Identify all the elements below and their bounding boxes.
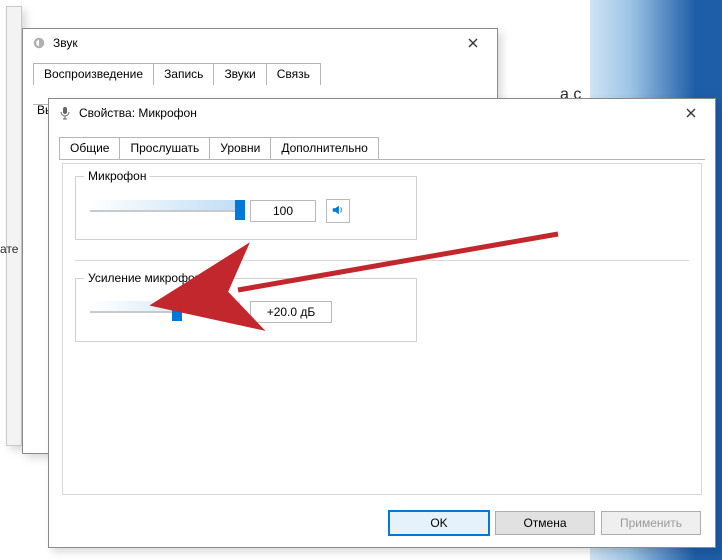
tab-recording[interactable]: Запись [153,63,214,85]
sound-title: Звук [53,36,78,50]
apply-button[interactable]: Применить [601,511,701,535]
tab-general[interactable]: Общие [59,137,120,159]
mic-level-value[interactable]: 100 [250,200,316,222]
outer-label-fragment: ате [0,242,18,256]
mic-boost-slider[interactable] [90,301,240,323]
cancel-button[interactable]: Отмена [495,511,595,535]
mic-title: Свойства: Микрофон [79,106,197,120]
tab-sounds[interactable]: Звуки [213,63,266,85]
dialog-buttons: OK Отмена Применить [389,511,701,535]
mic-level-group: Микрофон 100 [75,176,417,240]
mic-boost-group: Усиление микрофона +20.0 дБ [75,278,417,342]
levels-panel: Микрофон 100 Усиление микрофона [62,163,702,495]
sound-tabs: Воспроизведение Запись Звуки Связь [33,63,497,85]
close-icon[interactable] [675,102,707,124]
tab-communications[interactable]: Связь [266,63,321,85]
outer-window-sliver [6,6,22,446]
mic-properties-window: Свойства: Микрофон Общие Прослушать Уров… [48,98,716,548]
sound-icon [31,35,47,51]
mute-button[interactable] [326,199,350,223]
microphone-icon [57,105,73,121]
tab-advanced[interactable]: Дополнительно [270,137,378,159]
close-icon[interactable] [457,32,489,54]
mic-level-label: Микрофон [84,169,150,183]
tab-listen[interactable]: Прослушать [119,137,210,159]
mic-tabs: Общие Прослушать Уровни Дополнительно [59,137,715,159]
mic-boost-label: Усиление микрофона [84,271,212,285]
tab-levels[interactable]: Уровни [209,137,271,159]
mic-level-slider[interactable] [90,200,240,222]
mic-titlebar[interactable]: Свойства: Микрофон [49,99,715,127]
separator [75,260,689,261]
speaker-icon [331,203,345,220]
sound-titlebar[interactable]: Звук [23,29,497,57]
tab-playback[interactable]: Воспроизведение [33,63,154,85]
ok-button[interactable]: OK [389,511,489,535]
mic-boost-value[interactable]: +20.0 дБ [250,301,332,323]
